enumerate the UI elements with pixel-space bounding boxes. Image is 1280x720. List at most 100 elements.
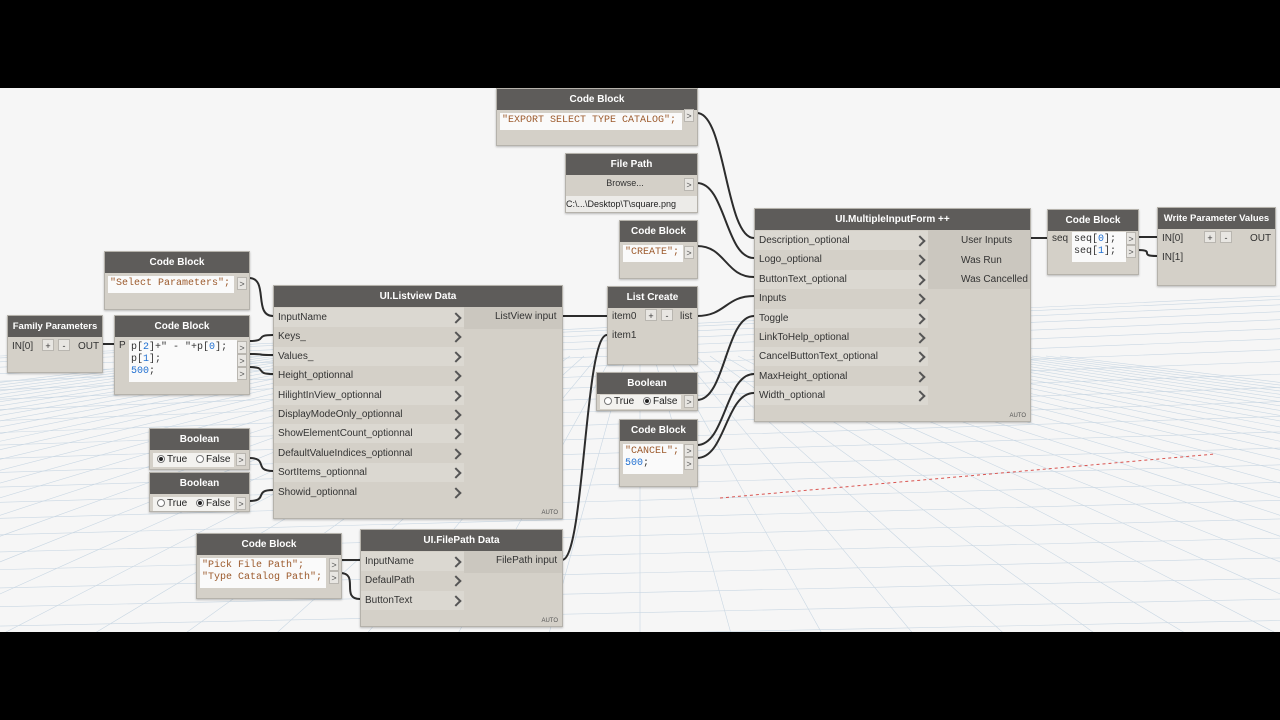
output-port-filepath-input[interactable]: FilePath input [496, 555, 557, 566]
output-port-label[interactable]: Was Cancelled [961, 274, 1028, 285]
code-block-select-parameters[interactable]: Code Block "Select Parameters"; > [104, 251, 250, 310]
input-port-row[interactable]: Width_optional [755, 386, 928, 406]
output-port[interactable]: > [1126, 245, 1136, 258]
input-port-label: Width_optional [759, 390, 826, 402]
filepath-data-node[interactable]: UI.FilePath Data InputName DefaulPath Butt… [360, 529, 563, 627]
input-port-item1[interactable]: item1 [612, 330, 636, 341]
remove-input-button[interactable]: - [1220, 231, 1232, 243]
output-port[interactable]: > [329, 558, 339, 571]
code-text[interactable]: "Pick File Path"; "Type Catalog Path"; [200, 558, 326, 588]
code-token: ]; [1104, 246, 1117, 257]
input-port-row[interactable]: CancelButtonText_optional [755, 347, 928, 367]
input-port-label: Toggle [759, 312, 789, 324]
input-port-label: LinkToHelp_optional [759, 332, 850, 343]
radio-icon [157, 499, 165, 507]
output-port-label[interactable]: Was Run [961, 255, 1002, 266]
input-port-row[interactable]: Keys_ [274, 327, 464, 347]
code-text[interactable]: "EXPORT SELECT TYPE CATALOG"; [500, 113, 682, 130]
add-input-button[interactable]: + [42, 339, 54, 351]
true-radio[interactable]: True [604, 396, 634, 407]
output-port[interactable]: > [329, 571, 339, 584]
input-port-row[interactable]: Logo_optional [755, 250, 928, 270]
code-block-export[interactable]: Code Block "EXPORT SELECT TYPE CATALOG";… [496, 88, 698, 146]
output-port[interactable]: > [237, 354, 247, 367]
input-port-seq[interactable]: seq [1052, 233, 1068, 244]
false-radio[interactable]: False [195, 498, 230, 509]
file-path-node[interactable]: File Path Browse... > C:\...\Desktop\T\s… [565, 153, 698, 213]
input-port-row[interactable]: LinkToHelp_optional [755, 328, 928, 347]
code-block-parameter-expression[interactable]: Code Block P p[2]+" - "+p[0]; p[1]; 500;… [114, 315, 250, 395]
output-port[interactable]: > [684, 178, 694, 191]
false-radio[interactable]: False [642, 396, 677, 407]
input-port-row[interactable]: MaxHeight_optional [755, 366, 928, 386]
output-port[interactable]: > [237, 277, 247, 290]
input-port-row[interactable]: InputName [361, 552, 464, 571]
list-create-node[interactable]: List Create item0 + - list item1 [607, 286, 698, 365]
boolean-node-sort[interactable]: Boolean True False > [149, 428, 250, 470]
output-port-list[interactable]: list [680, 311, 692, 322]
code-text[interactable]: "CREATE"; [623, 245, 683, 262]
node-title: Boolean [597, 373, 697, 394]
input-port-in1[interactable]: IN[1] [1162, 252, 1183, 263]
output-port[interactable]: > [237, 341, 247, 354]
boolean-node-toggle[interactable]: Boolean True False > [596, 372, 698, 411]
code-text[interactable]: "CANCEL"; 500; [623, 444, 683, 474]
true-label: True [614, 396, 635, 407]
output-port[interactable]: > [684, 395, 694, 408]
input-port-in0[interactable]: IN[0] [12, 341, 33, 352]
code-block-create[interactable]: Code Block "CREATE"; > [619, 220, 698, 279]
input-port-row[interactable]: Toggle [755, 308, 928, 328]
input-port-row[interactable]: ButtonText [361, 590, 464, 610]
output-port-listview-input[interactable]: ListView input [495, 311, 557, 322]
output-port[interactable]: > [236, 453, 246, 466]
input-port-row[interactable]: DisplayModeOnly_optionnal [274, 405, 464, 424]
input-port-item0[interactable]: item0 [612, 311, 636, 322]
code-block-cancel[interactable]: Code Block "CANCEL"; 500; > > [619, 419, 698, 487]
code-block-sequence[interactable]: Code Block seq seq[0]; seq[1]; > > [1047, 209, 1139, 275]
output-port[interactable]: > [684, 109, 694, 122]
input-port-row[interactable]: SortItems_optionnal [274, 463, 464, 483]
input-port-row[interactable]: Height_optionnal [274, 366, 464, 386]
input-port-in0[interactable]: IN[0] [1162, 233, 1183, 244]
input-port-row[interactable]: Description_optional [755, 231, 928, 250]
add-item-button[interactable]: + [645, 309, 657, 321]
input-port-row[interactable]: DefaultValueIndices_optionnal [274, 443, 464, 463]
input-port-row[interactable]: ShowElementCount_optionnal [274, 424, 464, 444]
output-port[interactable]: > [237, 367, 247, 380]
input-port-row[interactable]: ButtonText_optional [755, 269, 928, 289]
browse-button[interactable]: Browse... [567, 176, 683, 191]
output-port-out[interactable]: OUT [1250, 233, 1271, 244]
input-port-row[interactable]: Showid_optionnal [274, 482, 464, 502]
output-port-label[interactable]: User Inputs [961, 235, 1012, 246]
code-text[interactable]: p[2]+" - "+p[0]; p[1]; 500; [129, 340, 237, 382]
boolean-node-showid[interactable]: Boolean True False > [149, 472, 250, 512]
output-port[interactable]: > [684, 246, 694, 259]
output-port[interactable]: > [1126, 232, 1136, 245]
remove-item-button[interactable]: - [661, 309, 673, 321]
output-port[interactable]: > [684, 457, 694, 470]
add-input-button[interactable]: + [1204, 231, 1216, 243]
code-text[interactable]: seq[0]; seq[1]; [1072, 232, 1126, 262]
true-radio[interactable]: True [157, 498, 187, 509]
code-block-pick-file-path[interactable]: Code Block "Pick File Path"; "Type Catal… [196, 533, 342, 599]
input-port-row[interactable]: InputName [274, 308, 464, 327]
input-port-row[interactable]: Values_ [274, 346, 464, 366]
graph-canvas[interactable]: Code Block "EXPORT SELECT TYPE CATALOG";… [0, 88, 1280, 632]
listview-data-node[interactable]: UI.Listview Data InputName Keys_ Values_ He… [273, 285, 563, 519]
output-port-out[interactable]: OUT [78, 341, 99, 352]
false-radio[interactable]: False [195, 454, 230, 465]
input-port-p[interactable]: P [119, 340, 126, 351]
write-parameter-values-node[interactable]: Write Parameter Values IN[0] + - OUT IN[… [1157, 207, 1276, 286]
radio-icon [195, 455, 204, 463]
input-port-row[interactable]: Inputs [755, 289, 928, 309]
multiple-input-form-node[interactable]: UI.MultipleInputForm ++ Description_opti… [754, 208, 1031, 422]
family-parameters-node[interactable]: Family Parameters IN[0] + - OUT [7, 315, 103, 373]
output-port[interactable]: > [684, 444, 694, 457]
remove-input-button[interactable]: - [58, 339, 70, 351]
output-port[interactable]: > [236, 497, 246, 510]
input-port-row[interactable]: DefaulPath [361, 571, 464, 591]
true-radio[interactable]: True [157, 454, 187, 465]
connector-wire [561, 334, 608, 561]
input-port-row[interactable]: HilightInView_optionnal [274, 385, 464, 405]
code-text[interactable]: "Select Parameters"; [108, 276, 234, 293]
